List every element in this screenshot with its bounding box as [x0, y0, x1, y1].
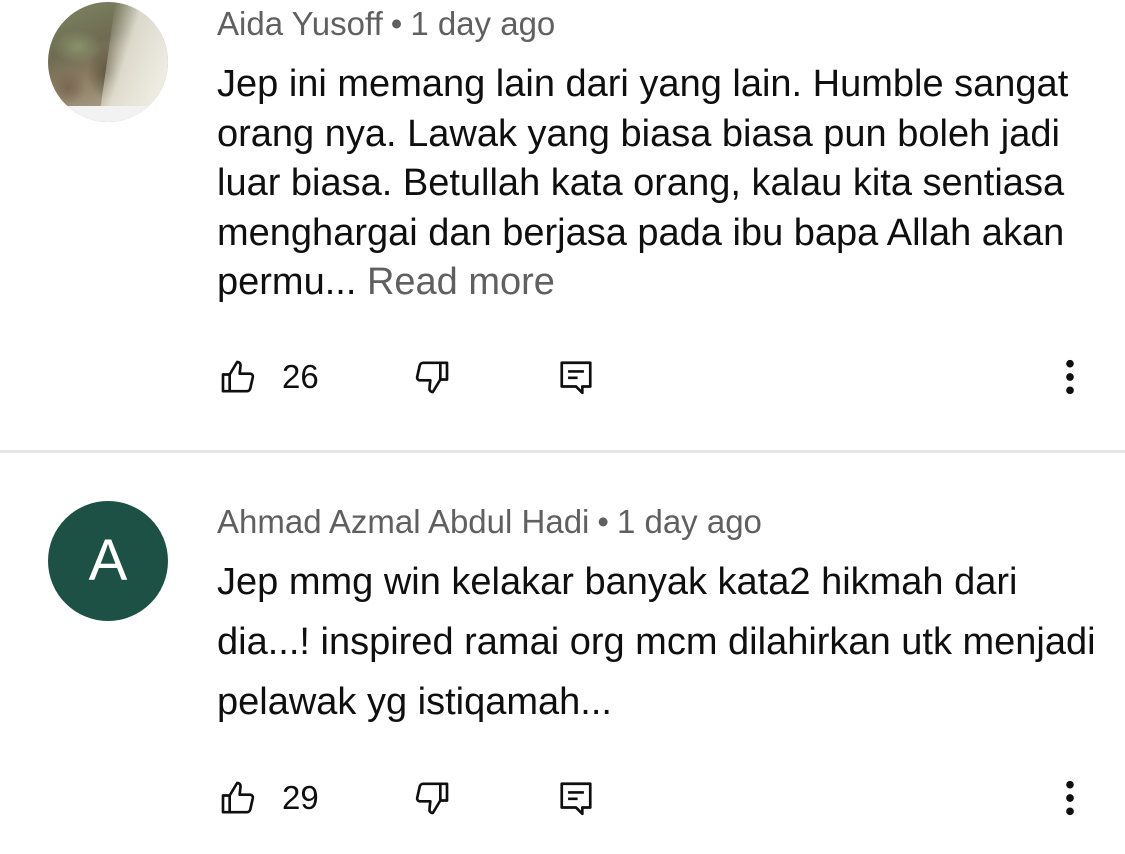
author-name[interactable]: Ahmad Azmal Abdul Hadi	[217, 503, 589, 540]
thumbs-down-icon	[412, 778, 452, 818]
more-options-button[interactable]	[1050, 768, 1090, 828]
separator-dot: •	[597, 503, 609, 540]
like-count: 29	[282, 779, 319, 816]
like-button[interactable]: 29	[218, 768, 319, 828]
comment-time: 1 day ago	[616, 503, 762, 540]
thumbs-up-icon	[218, 778, 258, 818]
comment-header: Ahmad Azmal Abdul Hadi • 1 day ago	[217, 502, 762, 542]
reply-icon	[557, 778, 595, 818]
comment-actions: 29	[0, 768, 1125, 828]
avatar-letter: A	[48, 501, 168, 621]
more-vert-icon	[1064, 778, 1076, 818]
dislike-button[interactable]	[412, 768, 452, 828]
comment-text: Jep mmg win kelakar banyak kata2 hikmah …	[217, 561, 1096, 723]
comment-thread-item: A Ahmad Azmal Abdul Hadi • 1 day ago Jep m…	[0, 0, 1125, 854]
reply-button[interactable]	[557, 768, 595, 828]
avatar[interactable]: A	[48, 501, 168, 621]
